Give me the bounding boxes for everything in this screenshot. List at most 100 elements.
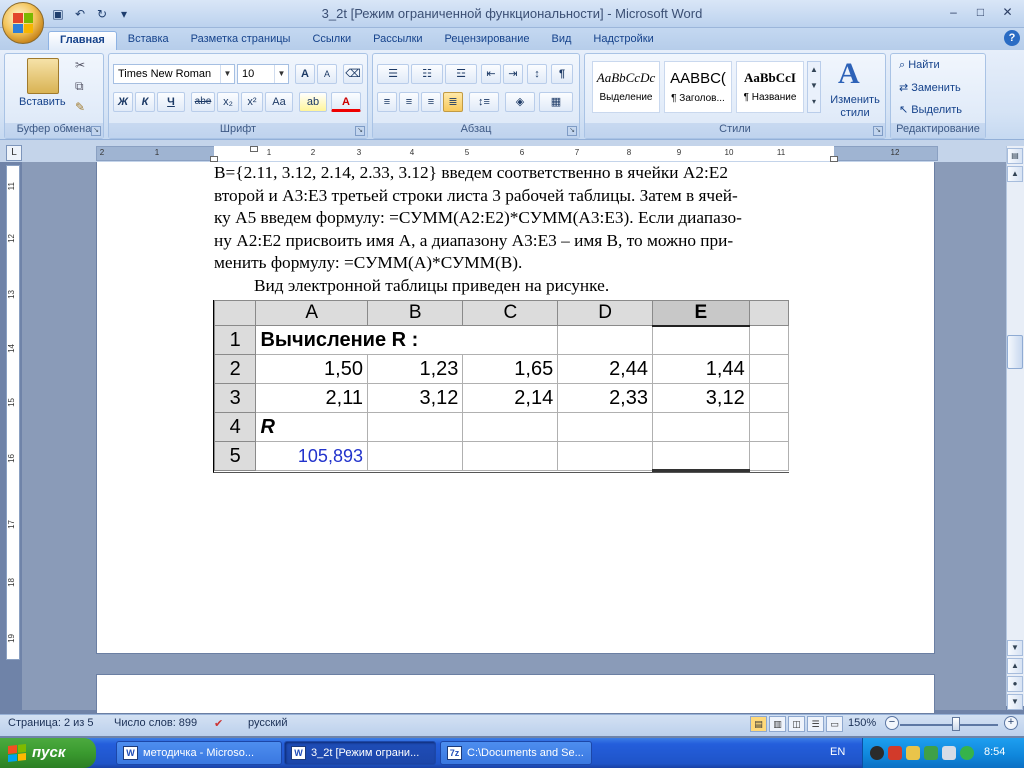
tab-view[interactable]: Вид [541,31,583,50]
increase-indent-icon[interactable]: ⇥ [503,64,523,84]
styles-launcher-icon[interactable]: ↘ [873,126,883,136]
cell [652,412,750,442]
taskbar-item-metodichka[interactable]: Wметодичка - Microso... [116,741,282,765]
office-button[interactable] [2,2,44,44]
web-layout-icon[interactable]: ◫ [788,716,805,732]
print-layout-icon[interactable]: ▤ [750,716,767,732]
zoom-in-button[interactable]: + [1004,716,1018,730]
replace-button[interactable]: ⇄ Заменить [899,81,961,94]
zoom-level[interactable]: 150% [848,717,876,729]
style-title[interactable]: AaBbCcI ¶ Название [736,61,804,113]
column-header: D [557,300,653,326]
clipboard-launcher-icon[interactable]: ↘ [91,126,101,136]
scroll-down-icon[interactable]: ▼ [1007,640,1023,656]
office-logo-icon [13,13,33,33]
taskbar-item-word-doc[interactable]: W 3_2t [Режим ограни... [284,741,436,765]
first-line-indent-marker[interactable] [250,146,258,152]
underline-button[interactable]: Ч [157,92,185,112]
numbering-icon[interactable]: ☷ [411,64,443,84]
style-emphasis[interactable]: AaBbCcDc Выделение [592,61,660,113]
volume-icon[interactable] [924,746,938,760]
tray-icon[interactable] [870,746,884,760]
select-button[interactable]: ↖ Выделить [899,103,962,116]
change-styles-icon[interactable]: A [838,57,860,91]
paragraph-launcher-icon[interactable]: ↘ [567,126,577,136]
language-indicator[interactable]: русский [248,717,287,729]
font-family-select[interactable]: Times New Roman ▼ [113,64,235,84]
network-icon[interactable] [960,746,974,760]
multilevel-list-icon[interactable]: ☲ [445,64,477,84]
show-marks-button[interactable]: ¶ [551,64,573,84]
align-left-icon[interactable]: ≡ [377,92,397,112]
subscript-button[interactable]: x₂ [217,92,239,112]
clear-format-icon[interactable]: ⌫ [343,64,363,84]
change-case-button[interactable]: Aa [265,92,293,112]
page-count[interactable]: Страница: 2 из 5 [8,717,94,729]
align-right-icon[interactable]: ≡ [421,92,441,112]
tab-references[interactable]: Ссылки [301,31,362,50]
help-icon[interactable]: ? [1004,30,1020,46]
taskbar-item-explorer[interactable]: 7z C:\Documents and Se... [440,741,592,765]
tray-icon[interactable] [906,746,920,760]
vertical-scrollbar[interactable] [1006,146,1024,706]
decrease-indent-icon[interactable]: ⇤ [481,64,501,84]
tab-selector[interactable]: L [6,145,22,161]
tab-page-layout[interactable]: Разметка страницы [180,31,302,50]
justify-icon[interactable]: ≣ [443,92,463,112]
bold-button[interactable]: Ж [113,92,133,112]
shrink-font-button[interactable]: A [317,64,337,84]
styles-scroll[interactable]: ▲ ▼ ▾ [807,61,821,113]
proofing-icon[interactable]: ✔ [214,717,223,730]
style-heading[interactable]: AABBC( ¶ Заголов... [664,61,732,113]
copy-icon[interactable]: ⧉ [75,79,84,94]
word-count[interactable]: Число слов: 899 [114,717,197,729]
maximize-button[interactable]: □ [968,3,993,22]
keyboard-language[interactable]: EN [830,746,845,758]
line-spacing-icon[interactable]: ↕≡ [469,92,499,112]
ruler-toggle-icon[interactable]: ▤ [1007,148,1023,164]
tray-icon[interactable] [942,746,956,760]
strikethrough-button[interactable]: abe [191,92,215,112]
shading-icon[interactable]: ◈ [505,92,535,112]
font-size-select[interactable]: 10 ▼ [237,64,289,84]
page[interactable] [96,674,935,714]
zoom-out-button[interactable]: − [885,716,899,730]
font-color-icon[interactable]: A [331,92,361,112]
clock[interactable]: 8:54 [984,746,1005,758]
tab-review[interactable]: Рецензирование [434,31,541,50]
full-screen-reading-icon[interactable]: ▥ [769,716,786,732]
font-launcher-icon[interactable]: ↘ [355,126,365,136]
outline-icon[interactable]: ☰ [807,716,824,732]
tab-insert[interactable]: Вставка [117,31,180,50]
paste-icon[interactable] [27,58,59,94]
next-page-icon[interactable]: ▼ [1007,694,1023,710]
borders-icon[interactable]: ▦ [539,92,573,112]
find-button[interactable]: ⌕ Найти [899,59,940,72]
bullets-icon[interactable]: ☰ [377,64,409,84]
scroll-up-icon[interactable]: ▲ [1007,166,1023,182]
italic-button[interactable]: К [135,92,155,112]
tab-home[interactable]: Главная [48,31,117,50]
zoom-slider-thumb[interactable] [952,717,960,731]
change-styles-button[interactable]: Изменить стили [826,94,884,120]
tab-mailings[interactable]: Рассылки [362,31,433,50]
align-center-icon[interactable]: ≡ [399,92,419,112]
highlight-icon[interactable]: ab [299,92,327,112]
grow-font-button[interactable]: A [295,64,315,84]
close-button[interactable]: ✕ [995,3,1020,22]
zoom-slider[interactable] [900,724,998,726]
cut-icon[interactable]: ✂ [75,58,85,72]
paragraph-group: ☰ ☷ ☲ ⇤ ⇥ ↕ ¶ ≡ ≡ ≡ ≣ ↕≡ ◈ ▦ Абзац ↘ [372,53,580,139]
tab-addins[interactable]: Надстройки [582,31,664,50]
format-painter-icon[interactable]: ✎ [75,100,85,114]
sort-icon[interactable]: ↕ [527,64,547,84]
draft-icon[interactable]: ▭ [826,716,843,732]
tray-icon[interactable] [888,746,902,760]
previous-page-icon[interactable]: ▲ [1007,658,1023,674]
document-text[interactable]: B={2.11, 3.12, 2.14, 2.33, 3.12} введем … [214,162,832,297]
scrollbar-thumb[interactable] [1007,335,1023,369]
superscript-button[interactable]: x² [241,92,263,112]
minimize-button[interactable]: – [941,3,966,22]
browse-object-icon[interactable]: ● [1007,676,1023,692]
paste-button[interactable]: Вставить [19,96,66,108]
